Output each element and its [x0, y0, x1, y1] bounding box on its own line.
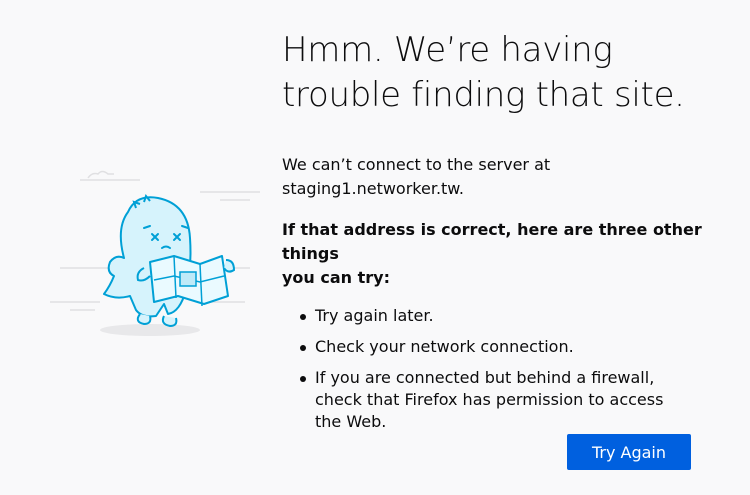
description-line-2: staging1.networker.tw.	[282, 179, 464, 198]
page-title: Hmm. We’re having trouble finding that s…	[282, 28, 712, 118]
list-item: Try again later.	[300, 305, 712, 327]
list-item: Check your network connection.	[300, 336, 712, 358]
list-item: If you are connected but behind a firewa…	[300, 367, 685, 433]
bullet-icon	[300, 345, 306, 351]
advice-item-text: Try again later.	[315, 306, 434, 325]
advice-heading-line-2: you can try:	[282, 268, 390, 287]
bullet-icon	[300, 376, 306, 382]
dino-with-map-illustration	[50, 170, 260, 336]
error-description: We can’t connect to the server at stagin…	[282, 153, 612, 201]
try-again-button[interactable]: Try Again	[567, 434, 691, 470]
title-line-1: Hmm. We’re having	[282, 30, 613, 70]
error-page: Hmm. We’re having trouble finding that s…	[0, 0, 750, 495]
error-content: Hmm. We’re having trouble finding that s…	[282, 28, 712, 442]
advice-list: Try again later. Check your network conn…	[282, 305, 712, 433]
advice-heading: If that address is correct, here are thr…	[282, 218, 702, 290]
advice-item-text: If you are connected but behind a firewa…	[315, 368, 664, 431]
title-line-2: trouble finding that site.	[282, 75, 685, 115]
advice-heading-line-1: If that address is correct, here are thr…	[282, 220, 702, 263]
description-line-1: We can’t connect to the server at	[282, 155, 551, 174]
bullet-icon	[300, 314, 306, 320]
advice-item-text: Check your network connection.	[315, 337, 574, 356]
